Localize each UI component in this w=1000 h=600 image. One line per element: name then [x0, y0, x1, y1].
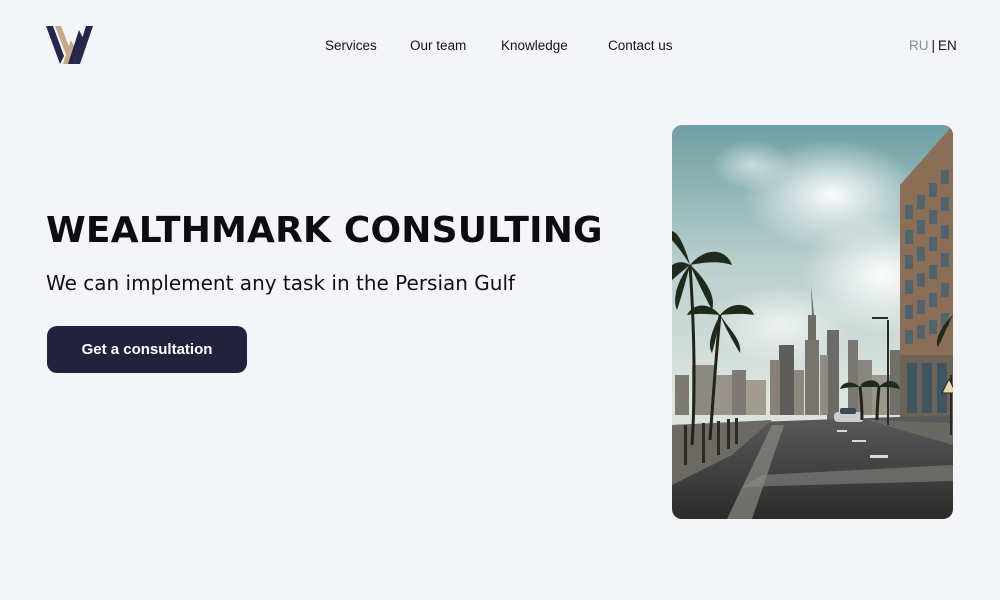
lang-en-link[interactable]: EN — [938, 38, 957, 53]
hero-subtitle: We can implement any task in the Persian… — [46, 271, 516, 295]
hero-city-photo — [672, 125, 953, 519]
nav-item-knowledge[interactable]: Knowledge — [501, 38, 568, 53]
nav-item-contact-us[interactable]: Contact us — [608, 38, 673, 53]
get-consultation-button[interactable]: Get a consultation — [47, 326, 247, 373]
hero-title: WEALTHMARK CONSULTING — [46, 210, 603, 251]
lang-ru-link[interactable]: RU — [909, 38, 929, 53]
landing-page: Services Our team Knowledge Contact us R… — [0, 0, 1000, 600]
lang-separator: | — [931, 38, 936, 53]
wealthmark-logo-icon[interactable] — [46, 26, 96, 64]
language-switcher: RU | EN — [909, 38, 957, 53]
nav-item-our-team[interactable]: Our team — [410, 38, 466, 53]
nav-item-services[interactable]: Services — [325, 38, 377, 53]
